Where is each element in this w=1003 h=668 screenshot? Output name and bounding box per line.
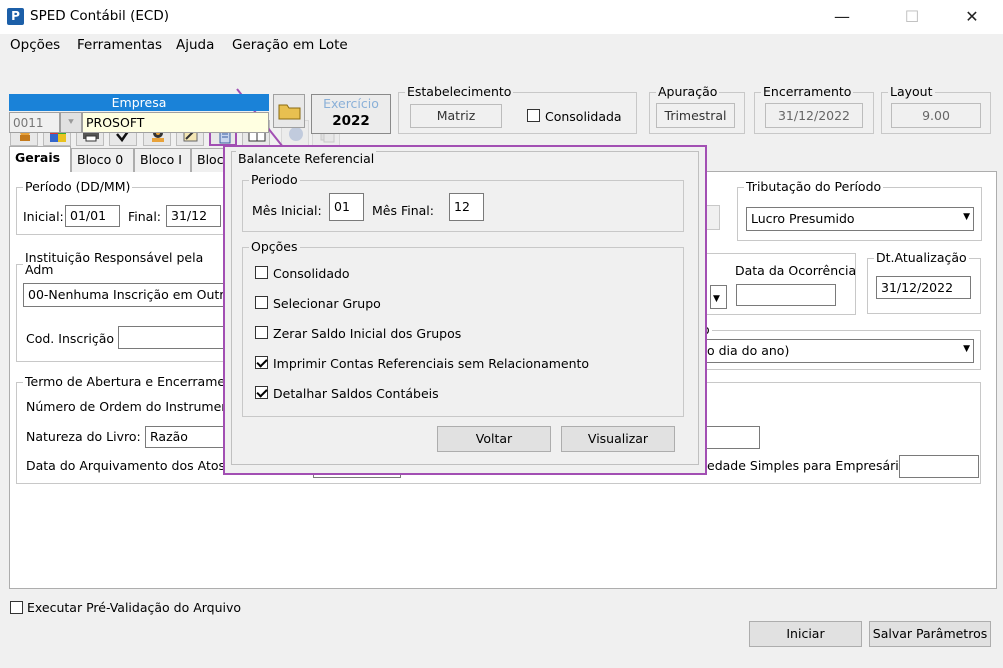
consolidado-checkbox[interactable] [255,266,268,279]
pre-validacao-checkbox[interactable] [10,601,23,614]
maximize-button[interactable]: ☐ [889,0,935,34]
mes-inicial-label: Mês Inicial: [252,203,322,218]
exercicio-box: Exercício 2022 [311,94,391,134]
tab-bloco-0[interactable]: Bloco 0 [71,148,134,172]
instituicao-select[interactable]: 00-Nenhuma Inscrição em Outras [23,283,226,307]
selecionar-grupo-label: Selecionar Grupo [273,296,381,311]
folder-icon [278,104,301,120]
zerar-saldo-label: Zerar Saldo Inicial dos Grupos [273,326,462,341]
consolidado-label: Consolidado [273,266,350,281]
periodo-inicial-field[interactable]: 01/01 [65,205,120,227]
menu-geracao-em-lote[interactable]: Geração em Lote [232,37,348,53]
sociedade-simples-label: edade Simples para Empresária: [707,458,911,473]
partial-select[interactable]: o dia do ano) ▼ [703,339,974,363]
exercicio-value: 2022 [332,113,370,129]
iniciar-button[interactable]: Iniciar [749,621,862,647]
tab-bloco-i[interactable]: Bloco I [134,148,191,172]
natureza-livro-label: Natureza do Livro: [26,429,141,444]
termo-legend: Termo de Abertura e Encerramen [25,374,233,389]
chevron-down-icon: ▼ [963,344,970,354]
balancete-dialog: Balancete Referencial Periodo Mês Inicia… [223,145,707,475]
empresa-lookup-button[interactable]: ⯆ [60,112,82,133]
instituicao-dropdown-button[interactable]: ▼ [710,285,727,309]
detalhar-saldos-checkbox[interactable] [255,386,268,399]
dialog-periodo-legend: Periodo [251,172,298,187]
empresa-code-field[interactable]: 0011 [9,112,60,133]
app-icon: P [7,8,24,25]
periodo-inicial-label: Inicial: [23,209,64,224]
periodo-legend: Período (DD/MM) [25,179,131,194]
periodo-final-label: Final: [128,209,162,224]
exercicio-label: Exercício [323,96,379,111]
tab-gerais[interactable]: Gerais [9,146,71,172]
mes-final-field[interactable]: 12 [449,193,484,221]
estabelecimento-legend: Estabelecimento [407,84,512,99]
tributacao-legend: Tributação do Período [746,179,882,194]
periodo-final-field[interactable]: 31/12 [166,205,221,227]
termo-right-field[interactable] [705,426,760,449]
salvar-parametros-button[interactable]: Salvar Parâmetros [869,621,991,647]
title-bar: P SPED Contábil (ECD) — ☐ ✕ [0,0,1003,34]
natureza-livro-field[interactable]: Razão [145,426,226,448]
mes-inicial-field[interactable]: 01 [329,193,364,221]
encerramento-field: 31/12/2022 [765,103,863,128]
tributacao-value: Lucro Presumido [751,211,855,226]
mes-final-label: Mês Final: [372,203,434,218]
data-ocorrencia-field[interactable] [736,284,836,306]
detalhar-saldos-label: Detalhar Saldos Contábeis [273,386,439,401]
chevron-down-icon: ▼ [963,212,970,222]
menu-ferramentas[interactable]: Ferramentas [77,37,162,53]
imprimir-contas-checkbox[interactable] [255,356,268,369]
zerar-saldo-checkbox[interactable] [255,326,268,339]
instituicao-legend: Instituição Responsável pela Adm [25,250,204,277]
cod-inscricao-label: Cod. Inscrição [26,331,115,346]
data-arquivamento-label: Data do Arquivamento dos Atos [26,458,226,473]
data-ocorrencia-label: Data da Ocorrência [735,263,857,278]
empresa-header: Empresa [9,94,269,111]
menu-ajuda[interactable]: Ajuda [176,37,214,53]
numero-ordem-label: Número de Ordem do Instrument [26,399,235,414]
apuracao-legend: Apuração [658,84,718,99]
empresa-name-field[interactable]: PROSOFT [82,112,269,133]
visualizar-button[interactable]: Visualizar [561,426,675,452]
tributacao-select[interactable]: Lucro Presumido ▼ [746,207,974,231]
selecionar-grupo-checkbox[interactable] [255,296,268,309]
close-button[interactable]: ✕ [949,0,995,34]
dt-atualizacao-field[interactable]: 31/12/2022 [876,276,971,299]
pre-validacao-label: Executar Pré-Validação do Arquivo [27,600,242,615]
menu-bar: Opções Ferramentas Ajuda Geração em Lote [0,34,1003,58]
layout-field: 9.00 [891,103,981,128]
sociedade-simples-field[interactable] [899,455,979,478]
encerramento-legend: Encerramento [763,84,852,99]
layout-legend: Layout [890,84,933,99]
estabelecimento-field: Matriz [410,104,502,128]
partial-select-value: o dia do ano) [707,343,790,358]
voltar-button[interactable]: Voltar [437,426,551,452]
apuracao-field: Trimestral [656,103,735,128]
window-title: SPED Contábil (ECD) [30,8,169,24]
cod-inscricao-field[interactable] [118,326,226,349]
open-folder-button[interactable] [273,94,305,128]
dialog-title: Balancete Referencial [236,151,377,166]
menu-opcoes[interactable]: Opções [10,37,60,53]
consolidada-label: Consolidada [545,109,622,124]
consolidada-checkbox[interactable] [527,109,540,122]
chevron-down-icon: ▼ [713,294,720,304]
imprimir-contas-label: Imprimir Contas Referenciais sem Relacio… [273,356,590,371]
dialog-opcoes-legend: Opções [251,239,298,254]
minimize-button[interactable]: — [819,0,865,34]
dt-atualizacao-legend: Dt.Atualização [876,250,967,265]
